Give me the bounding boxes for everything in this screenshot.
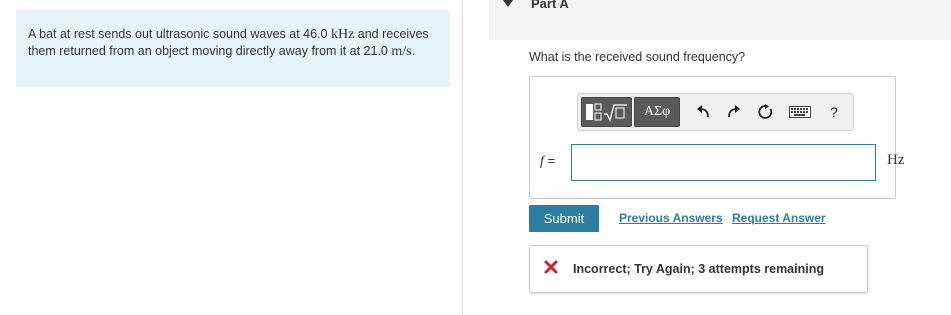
problem-text-end: . (411, 44, 416, 58)
answer-input[interactable] (571, 144, 876, 181)
undo-icon[interactable] (691, 100, 715, 124)
math-toolbar: ΑΣφ ? (577, 93, 854, 131)
reset-icon[interactable] (754, 100, 778, 124)
problem-text-part1: A bat at rest sends out ultrasonic sound… (28, 27, 331, 41)
templates-button[interactable] (581, 97, 632, 127)
templates-icon (585, 103, 627, 122)
help-button[interactable]: ? (822, 100, 846, 124)
frequency-unit: kHz (330, 27, 355, 42)
submit-button[interactable]: Submit (529, 205, 599, 232)
answer-label: f = (540, 153, 555, 170)
problem-statement: A bat at rest sends out ultrasonic sound… (16, 10, 450, 87)
question-text: What is the received sound frequency? (529, 50, 746, 64)
answer-variable: f (540, 154, 544, 169)
redo-icon[interactable] (722, 100, 746, 124)
request-answer-link[interactable]: Request Answer (732, 211, 826, 225)
answer-unit: Hz (887, 152, 905, 168)
symbols-button[interactable]: ΑΣφ (634, 97, 680, 127)
speed-unit: m/s (391, 44, 412, 59)
part-title[interactable]: Part A (531, 0, 569, 11)
x-icon (543, 259, 559, 275)
equals-sign: = (547, 153, 556, 168)
column-divider (462, 0, 463, 315)
triangle-down-icon[interactable] (503, 0, 513, 7)
feedback-message: Incorrect; Try Again; 3 attempts remaini… (573, 262, 824, 276)
previous-answers-link[interactable]: Previous Answers (619, 211, 723, 225)
keyboard-icon[interactable] (788, 100, 812, 124)
